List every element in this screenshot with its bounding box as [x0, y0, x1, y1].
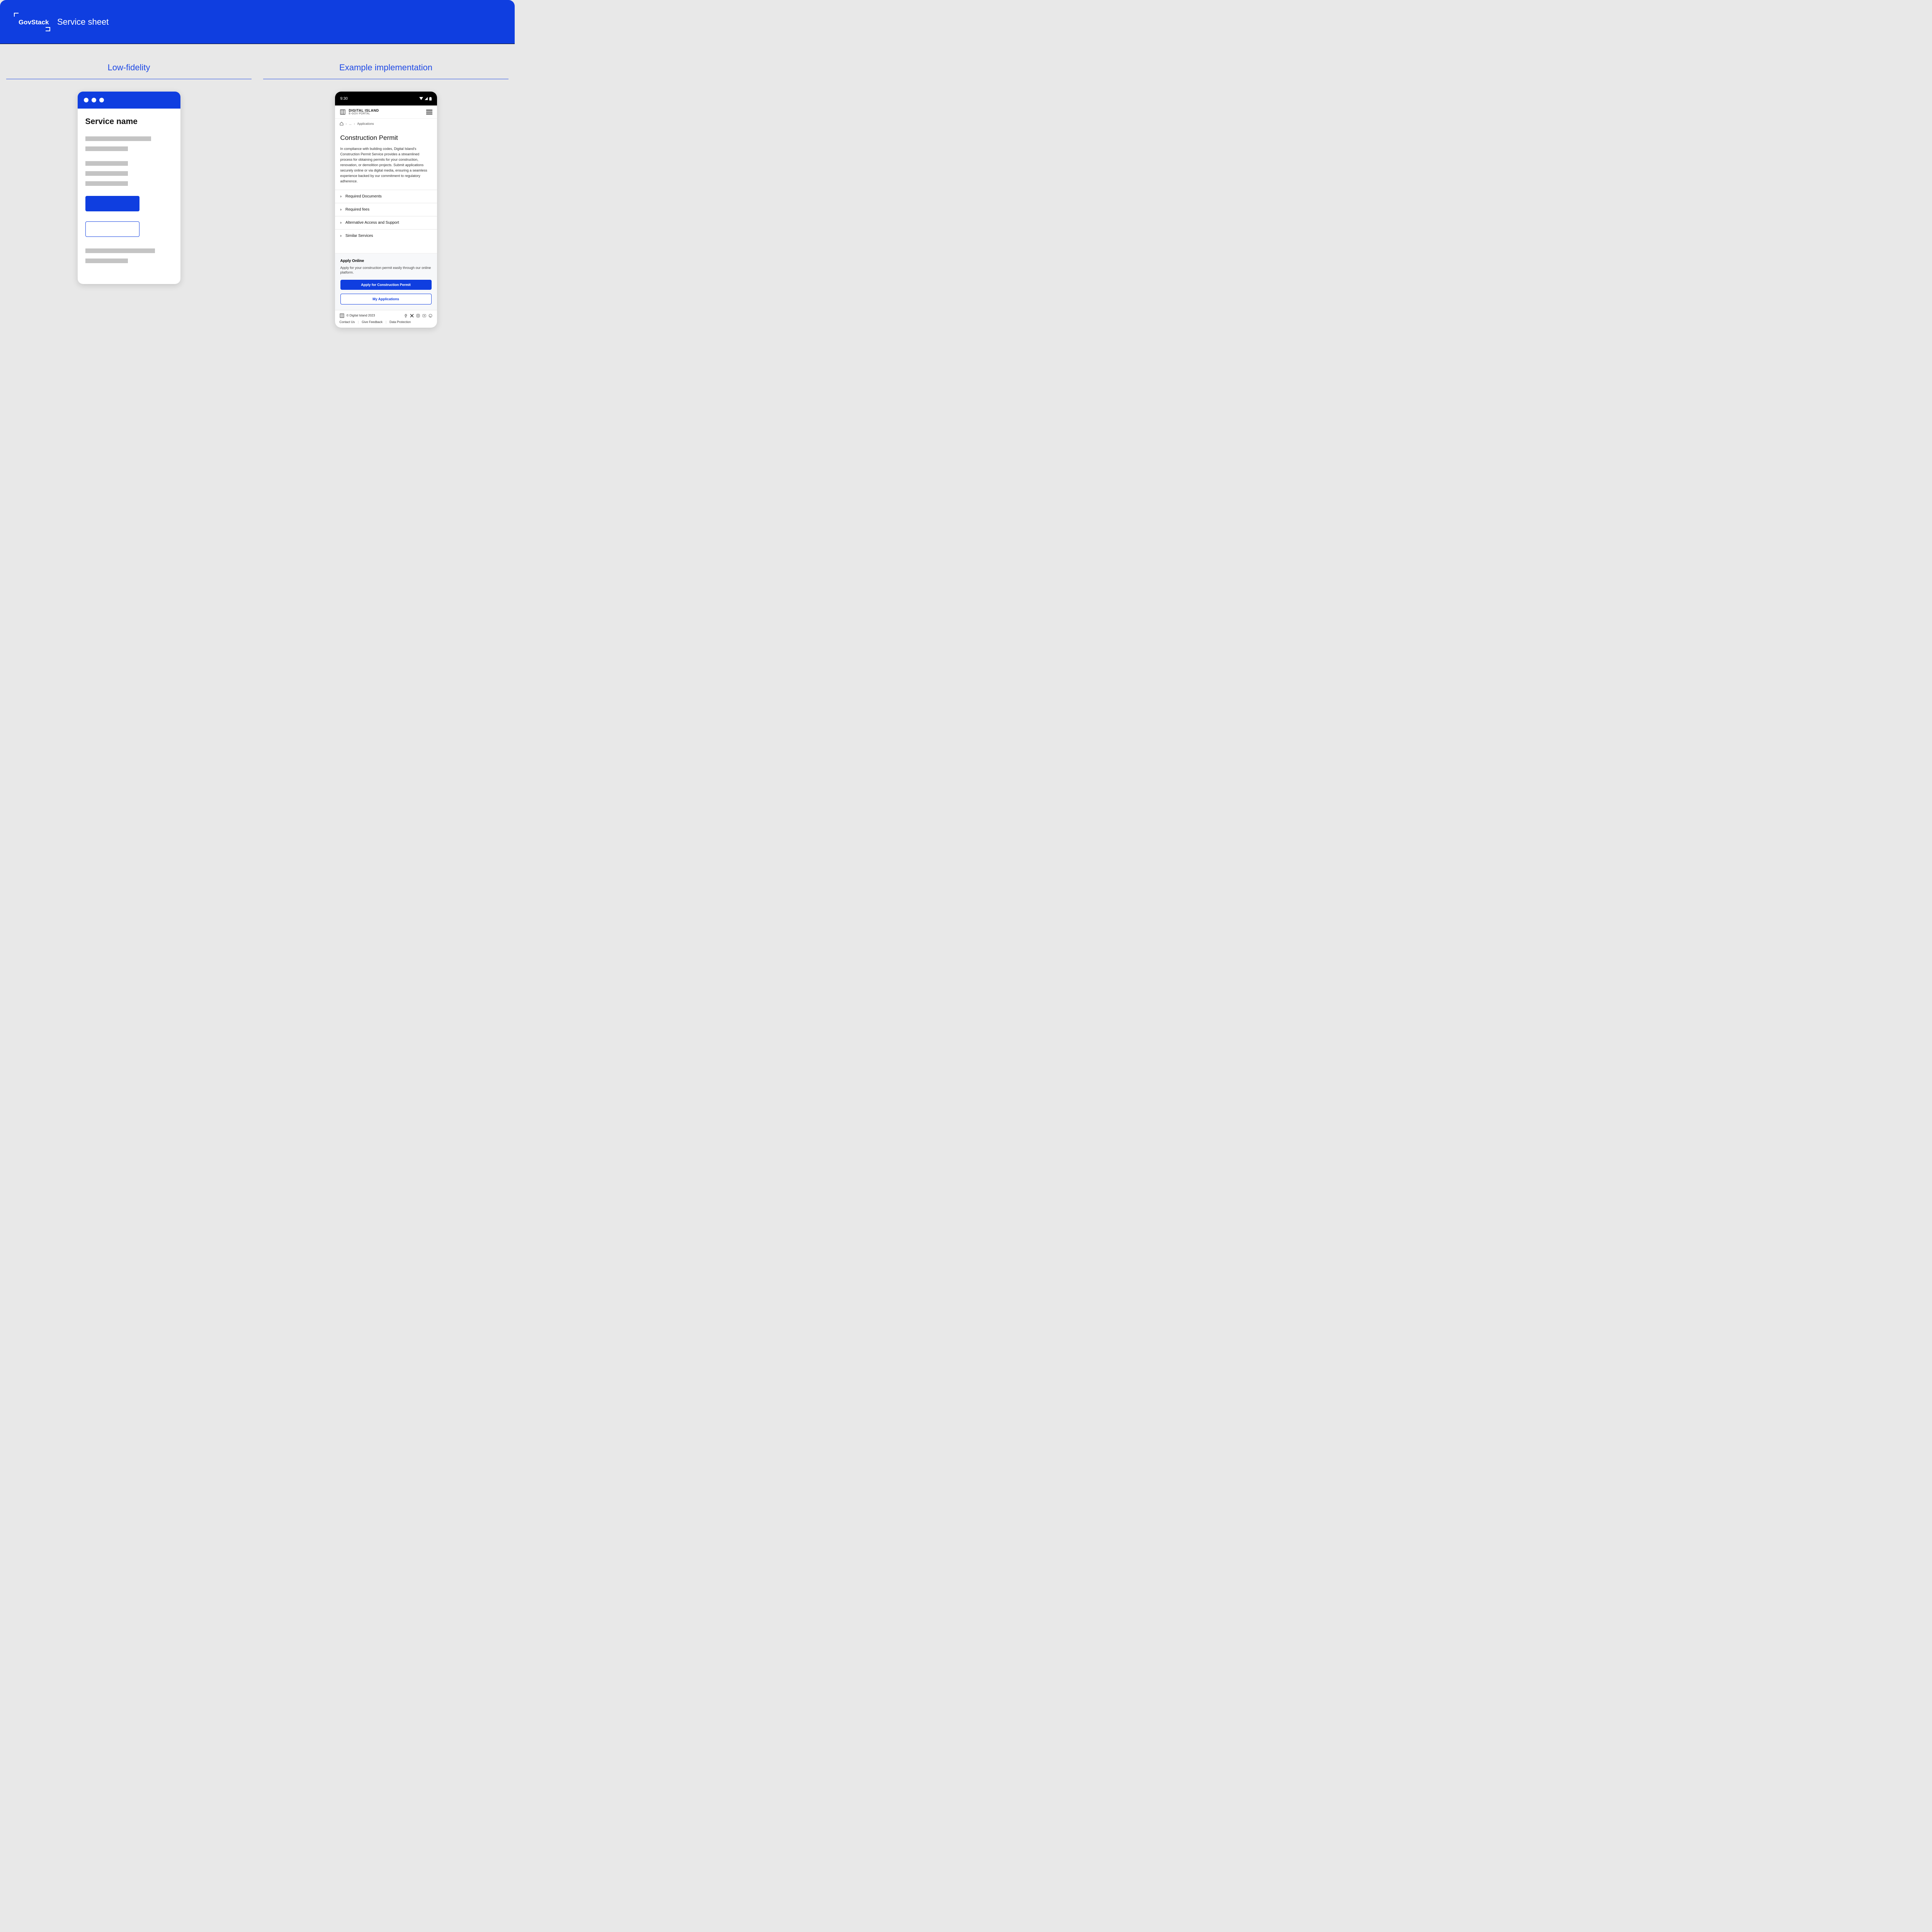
x-icon[interactable]	[410, 314, 414, 318]
chevron-right-icon: ›	[346, 122, 347, 126]
phone-footer: © Digital Island 2023 Contact Us |	[335, 310, 437, 328]
accordion-label: Alternative Access and Support	[345, 221, 399, 225]
data-protection-link[interactable]: Data Protection	[389, 320, 411, 324]
social-icons	[404, 314, 432, 318]
copyright-text: © Digital Island 2023	[347, 314, 375, 317]
brand-logo-icon	[340, 109, 346, 115]
status-time: 9:30	[340, 97, 348, 101]
footer-copyright-wrap: © Digital Island 2023	[340, 313, 375, 318]
window-dot-icon	[84, 98, 88, 102]
signal-icon	[425, 97, 428, 100]
svg-text:GovStack: GovStack	[19, 19, 49, 26]
service-description: In compliance with building codes, Digit…	[340, 146, 432, 184]
placeholder-bar	[85, 171, 128, 176]
apply-button[interactable]: Apply for Construction Permit	[340, 280, 432, 290]
start-button[interactable]	[85, 196, 139, 211]
chevron-right-icon: ›	[340, 194, 342, 199]
feedback-link[interactable]: Give Feedback	[362, 320, 383, 324]
lofi-service-name: Service name	[85, 117, 173, 126]
instagram-icon[interactable]	[416, 314, 420, 318]
service-title: Construction Permit	[340, 134, 432, 142]
status-icons	[419, 97, 432, 100]
signin-button[interactable]	[85, 221, 139, 237]
chevron-right-icon: ›	[340, 234, 342, 238]
apply-title: Apply Online	[340, 259, 432, 263]
facebook-icon[interactable]	[404, 314, 408, 318]
crumb-current[interactable]: Applications	[357, 122, 374, 126]
lofi-card: Service name	[78, 92, 180, 284]
apply-description: Apply for your construction permit easil…	[340, 265, 432, 275]
placeholder-bar	[85, 259, 128, 263]
placeholder-bar	[85, 248, 155, 253]
menu-icon[interactable]	[426, 110, 432, 114]
footer-links: Contact Us | Give Feedback | Data Protec…	[340, 320, 432, 324]
lofi-docs-block	[85, 161, 173, 186]
chevron-right-icon: ›	[340, 221, 342, 225]
phone-app-header: DIGITAL ISLAND E-GOV PORTAL	[335, 105, 437, 119]
accordion-required-docs[interactable]: › Required Documents	[335, 190, 437, 203]
lofi-body: Service name	[78, 109, 180, 284]
separator: |	[358, 320, 359, 324]
placeholder-bar	[85, 136, 151, 141]
chevron-right-icon: ›	[340, 207, 342, 212]
accordion-label: Required fees	[345, 207, 369, 212]
phone-frame: 9:30 DIGITA	[335, 92, 437, 328]
top-header: GovStack Service sheet	[0, 0, 515, 44]
brand-name: DIGITAL ISLAND	[349, 109, 379, 112]
battery-icon	[429, 97, 432, 100]
lofi-summary-block	[85, 136, 173, 151]
brand-sub: E-GOV PORTAL	[349, 112, 379, 115]
crumb-ellipsis[interactable]: ...	[349, 122, 352, 126]
window-dot-icon	[92, 98, 96, 102]
govstack-logo: GovStack	[14, 13, 50, 31]
my-applications-button[interactable]: My Applications	[340, 294, 432, 304]
window-dot-icon	[99, 98, 104, 102]
brand-logo-icon	[340, 313, 344, 318]
chevron-right-icon: ›	[354, 122, 355, 126]
phone-brand[interactable]: DIGITAL ISLAND E-GOV PORTAL	[340, 109, 379, 115]
accordion-label: Similar Services	[345, 234, 373, 238]
lofi-wrapper: Service summary Documents required or ba…	[6, 92, 252, 284]
github-icon[interactable]	[429, 314, 432, 318]
logo-wrapper: GovStack Service sheet	[14, 13, 109, 31]
phone-status-bar: 9:30	[335, 92, 437, 105]
page-root: GovStack Service sheet Low-fidelity Serv…	[0, 0, 515, 346]
youtube-icon[interactable]	[422, 314, 426, 318]
apply-section: Apply Online Apply for your construction…	[335, 253, 437, 310]
placeholder-bar	[85, 181, 128, 186]
breadcrumb: › ... › Applications	[335, 119, 437, 129]
accordion-label: Required Documents	[345, 194, 382, 199]
column-example: Example implementation 9:30	[263, 63, 509, 328]
placeholder-bar	[85, 146, 128, 151]
home-icon[interactable]	[340, 122, 344, 126]
column-lofi: Low-fidelity Service summary Documents r…	[6, 63, 252, 328]
columns: Low-fidelity Service summary Documents r…	[0, 44, 515, 328]
example-heading: Example implementation	[339, 63, 432, 73]
lofi-other-block	[85, 248, 173, 263]
page-title: Service sheet	[57, 17, 109, 27]
lofi-heading: Low-fidelity	[107, 63, 150, 73]
accordion-similar[interactable]: › Similar Services	[335, 229, 437, 242]
accordion-alt-access[interactable]: › Alternative Access and Support	[335, 216, 437, 229]
lofi-window-bar	[78, 92, 180, 109]
wifi-icon	[419, 97, 423, 100]
phone-content: Construction Permit In compliance with b…	[335, 129, 437, 310]
contact-link[interactable]: Contact Us	[340, 320, 355, 324]
accordion-required-fees[interactable]: › Required fees	[335, 203, 437, 216]
placeholder-bar	[85, 161, 128, 166]
